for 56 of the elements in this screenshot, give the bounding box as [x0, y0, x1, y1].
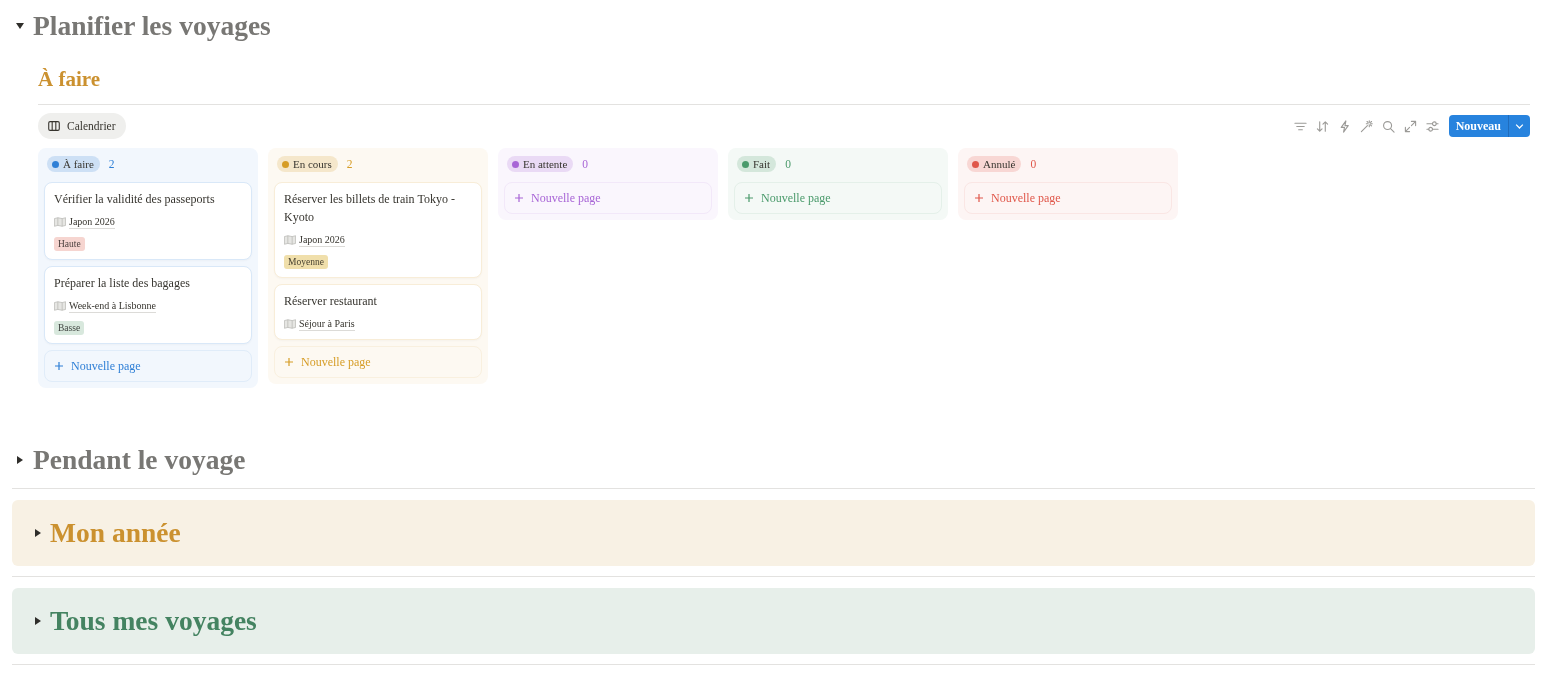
new-page-button[interactable]: Nouvelle page	[504, 182, 712, 214]
plus-icon	[55, 362, 63, 370]
card-title: Réserver les billets de train Tokyo - Kyoto	[284, 191, 456, 226]
priority-tag: Moyenne	[284, 255, 328, 269]
plus-icon	[975, 194, 983, 202]
sparkle-icon[interactable]	[1359, 119, 1373, 133]
section-heading: Tous mes voyages	[50, 604, 257, 638]
view-tab[interactable]: Calendrier	[38, 113, 126, 139]
column-count: 2	[108, 158, 115, 170]
project-link[interactable]: Séjour à Paris	[299, 317, 355, 331]
section-heading: Planifier les voyages	[33, 9, 271, 43]
section-heading: Pendant le voyage	[33, 443, 246, 477]
column-count: 0	[1030, 158, 1037, 170]
priority-tag: Basse	[54, 321, 85, 335]
board-card[interactable]: Réserver restaurant Séjour à Paris	[274, 284, 482, 340]
board-card[interactable]: Vérifier la validité des passeports Japon 2026 Haute	[44, 182, 252, 260]
card-title: Réserver restaurant	[284, 293, 378, 310]
plus-icon	[515, 194, 523, 202]
new-page-button[interactable]: Nouvelle page	[964, 182, 1172, 214]
caret-icon[interactable]	[35, 529, 41, 537]
search-icon[interactable]	[1381, 119, 1395, 133]
dropdown-button[interactable]	[1508, 115, 1530, 137]
sliders-icon[interactable]	[1425, 119, 1439, 133]
column-count: 2	[346, 158, 353, 170]
project-link[interactable]: Japon 2026	[69, 215, 115, 229]
column-count: 0	[785, 158, 791, 170]
card-title: Vérifier la validité des passeports	[54, 191, 216, 208]
status-label: À faire	[63, 158, 94, 170]
database-title: À faire	[38, 66, 101, 93]
card-title: Préparer la liste des bagages	[54, 275, 191, 292]
priority-tag: Haute	[54, 237, 85, 251]
status-label: Fait	[753, 158, 771, 170]
map-icon	[54, 301, 66, 311]
map-icon	[54, 217, 66, 227]
caret-icon[interactable]	[35, 617, 41, 625]
column-count: 0	[582, 158, 589, 170]
plus-icon	[745, 194, 753, 202]
new-page-button[interactable]: Nouvelle page	[44, 350, 252, 382]
chevron-icon	[1515, 123, 1524, 129]
status-label: Annulé	[983, 158, 1016, 170]
status-label: En attente	[523, 158, 568, 170]
new-button[interactable]: Nouveau	[1448, 115, 1508, 137]
caret-icon[interactable]	[17, 456, 23, 464]
expand-icon[interactable]	[1403, 119, 1417, 133]
status-label: En cours	[293, 158, 332, 170]
map-icon	[284, 235, 296, 245]
board-icon	[48, 121, 60, 131]
sort-icon[interactable]	[1315, 119, 1329, 133]
board-card[interactable]: Préparer la liste des bagages Week-end à Lisbonne Basse	[44, 266, 252, 344]
project-link[interactable]: Week-end à Lisbonne	[69, 299, 156, 313]
map-icon	[284, 319, 296, 329]
section-heading: Mon année	[50, 516, 181, 550]
project-link[interactable]: Japon 2026	[299, 233, 345, 247]
plus-icon	[285, 358, 293, 366]
caret-icon[interactable]	[16, 23, 24, 29]
board-card[interactable]: Réserver les billets de train Tokyo - Kyoto Japon 2026 Moyenne	[274, 182, 482, 278]
